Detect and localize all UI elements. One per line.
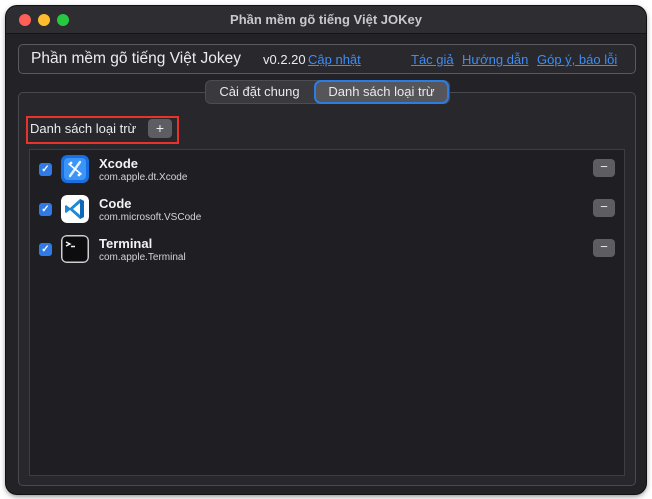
app-window: Phần mềm gõ tiếng Việt JOKey Phần mềm gõ…: [6, 6, 646, 494]
app-enabled-checkbox[interactable]: ✓: [39, 203, 52, 216]
app-name: Code: [99, 196, 132, 211]
update-link[interactable]: Cập nhật: [308, 52, 361, 67]
window-title: Phần mềm gõ tiếng Việt JOKey: [230, 12, 422, 27]
tab-exclusion-list[interactable]: Danh sách loại trừ: [314, 80, 449, 104]
app-enabled-checkbox[interactable]: ✓: [39, 163, 52, 176]
list-item: ✓ Code com.microsoft.VSCode −: [30, 192, 624, 232]
tab-general-settings[interactable]: Cài đặt chung: [206, 81, 313, 103]
app-bundle-id: com.microsoft.VSCode: [99, 212, 202, 223]
guide-link[interactable]: Hướng dẫn: [462, 52, 528, 67]
title-bar: Phần mềm gõ tiếng Việt JOKey: [6, 6, 646, 34]
xcode-icon: [61, 155, 89, 183]
terminal-icon: [61, 235, 89, 263]
author-link[interactable]: Tác giả: [411, 52, 454, 67]
app-header: Phần mềm gõ tiếng Việt Jokey v0.2.20 Cập…: [18, 44, 636, 74]
excluded-apps-list: ✓ Xcode com.apple.dt.Xcode − ✓ Code com.…: [29, 149, 625, 476]
list-item: ✓ Xcode com.apple.dt.Xcode −: [30, 152, 624, 192]
tab-bar: Cài đặt chung Danh sách loại trừ: [205, 80, 450, 104]
vscode-icon: [61, 195, 89, 223]
app-name: Terminal: [99, 236, 153, 251]
app-bundle-id: com.apple.dt.Xcode: [99, 172, 188, 183]
remove-app-button[interactable]: −: [593, 199, 615, 217]
feedback-link[interactable]: Góp ý, báo lỗi: [537, 52, 617, 67]
app-enabled-checkbox[interactable]: ✓: [39, 243, 52, 256]
exclusion-list-label: Danh sách loại trừ: [30, 121, 137, 136]
add-app-button[interactable]: +: [148, 119, 172, 138]
remove-app-button[interactable]: −: [593, 159, 615, 177]
app-bundle-id: com.apple.Terminal: [99, 252, 186, 263]
remove-app-button[interactable]: −: [593, 239, 615, 257]
app-name: Xcode: [99, 156, 139, 171]
app-name: Phần mềm gõ tiếng Việt Jokey: [31, 50, 241, 67]
list-item: ✓ Terminal com.apple.Terminal −: [30, 232, 624, 272]
app-version: v0.2.20: [263, 52, 306, 67]
